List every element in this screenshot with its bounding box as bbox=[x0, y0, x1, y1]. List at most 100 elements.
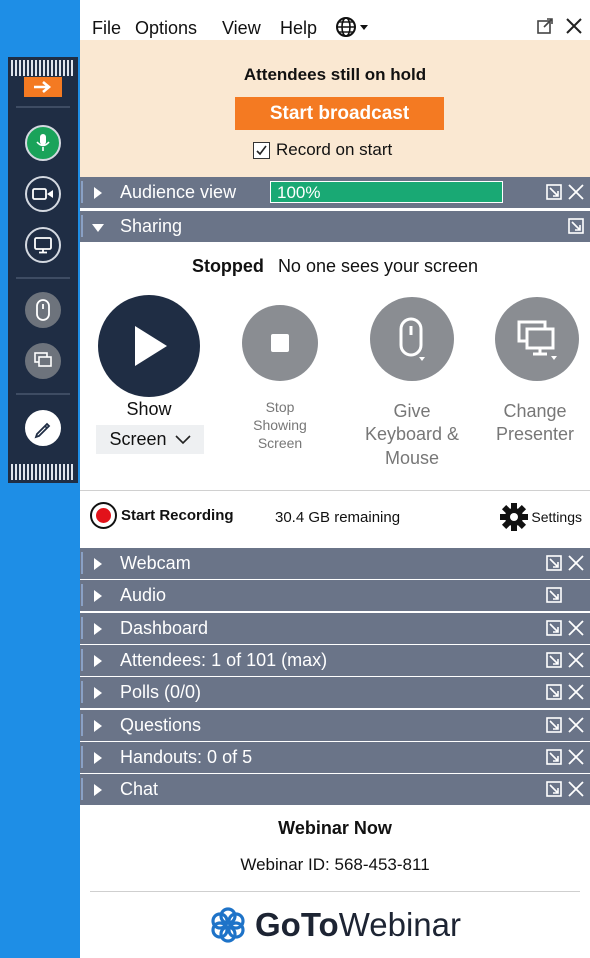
webinar-id: Webinar ID: 568-453-811 bbox=[240, 855, 430, 874]
bar-edge bbox=[81, 215, 83, 237]
popout-icon[interactable] bbox=[545, 651, 563, 669]
expand-triangle-icon[interactable] bbox=[94, 687, 102, 700]
section-bar-questions[interactable]: Questions bbox=[80, 709, 590, 741]
show-screen-button[interactable] bbox=[98, 295, 200, 397]
give-label-line2: Keyboard & bbox=[364, 424, 460, 445]
menu-view[interactable]: View bbox=[222, 18, 261, 39]
close-icon[interactable] bbox=[567, 716, 585, 734]
gotowebinar-logo: GoToWebinar bbox=[80, 906, 590, 944]
popout-icon[interactable] bbox=[536, 17, 554, 35]
give-label-line3: Mouse bbox=[384, 447, 440, 468]
expand-triangle-icon[interactable] bbox=[94, 654, 102, 667]
webcam-button[interactable] bbox=[25, 176, 61, 212]
drawing-tools-button[interactable] bbox=[25, 410, 61, 446]
stop-label-line1: Stop bbox=[265, 399, 295, 415]
webinar-title: Webinar Now bbox=[278, 818, 392, 838]
screen-select-value: Screen bbox=[109, 429, 167, 449]
sharing-status: Stopped No one sees your screen bbox=[80, 256, 590, 277]
section-bar-webcam[interactable]: Webcam bbox=[80, 548, 590, 579]
start-broadcast-button[interactable]: Start broadcast bbox=[235, 97, 444, 130]
section-label: Dashboard bbox=[120, 617, 209, 638]
change-presenter-label: Change Presenter bbox=[480, 400, 590, 447]
popout-icon[interactable] bbox=[545, 586, 563, 604]
popout-icon[interactable] bbox=[545, 748, 563, 766]
brand-rest: Webinar bbox=[338, 906, 461, 943]
section-label: Handouts: 0 of 5 bbox=[120, 746, 253, 767]
stop-showing-screen-button[interactable] bbox=[242, 305, 318, 381]
close-icon[interactable] bbox=[567, 651, 585, 669]
menu-help[interactable]: Help bbox=[280, 18, 317, 39]
popout-icon[interactable] bbox=[545, 780, 563, 798]
checkbox-box[interactable] bbox=[253, 141, 270, 159]
expand-triangle-icon[interactable] bbox=[94, 590, 102, 603]
start-recording-button[interactable]: Start Recording bbox=[90, 502, 234, 529]
section-bar-attendees[interactable]: Attendees: 1 of 101 (max) bbox=[80, 644, 590, 676]
grip-bottom[interactable] bbox=[11, 464, 75, 480]
close-icon[interactable] bbox=[567, 780, 585, 798]
popout-icon[interactable] bbox=[545, 683, 563, 701]
change-presenter-button[interactable] bbox=[25, 343, 61, 379]
close-icon[interactable] bbox=[564, 16, 584, 36]
section-bar-audio[interactable]: Audio bbox=[80, 580, 590, 612]
brand-bold: GoTo bbox=[255, 906, 339, 943]
give-keyboard-mouse-button[interactable] bbox=[370, 297, 454, 381]
change-label-line1: Change bbox=[503, 401, 567, 421]
mouse-icon bbox=[399, 317, 425, 361]
section-bar-chat[interactable]: Chat bbox=[80, 774, 590, 806]
popout-icon[interactable] bbox=[567, 217, 585, 235]
start-recording-label: Start Recording bbox=[121, 507, 234, 524]
expand-triangle-icon[interactable] bbox=[94, 784, 102, 797]
expand-triangle-icon[interactable] bbox=[94, 622, 102, 635]
mouse-icon bbox=[36, 299, 50, 321]
separator bbox=[16, 106, 70, 108]
expand-triangle-icon[interactable] bbox=[94, 719, 102, 732]
screen-share-button[interactable] bbox=[25, 227, 61, 263]
audience-view-label: Audience view bbox=[120, 182, 237, 202]
popout-icon[interactable] bbox=[545, 716, 563, 734]
brand-name: GoToWebinar bbox=[255, 906, 461, 944]
audience-view-percent: 100% bbox=[277, 183, 321, 202]
stop-showing-screen-label: Stop Showing Screen bbox=[230, 398, 330, 453]
popout-icon[interactable] bbox=[545, 554, 563, 572]
section-label: Audio bbox=[120, 585, 167, 606]
close-icon[interactable] bbox=[567, 183, 585, 201]
grip-top[interactable] bbox=[11, 60, 75, 76]
stop-label-line2: Showing bbox=[253, 417, 307, 434]
recording-settings-button[interactable]: Settings bbox=[499, 502, 582, 532]
close-icon[interactable] bbox=[567, 748, 585, 766]
change-presenter-button[interactable] bbox=[495, 297, 579, 381]
section-bar-polls[interactable]: Polls (0/0) bbox=[80, 677, 590, 709]
section-bar-handouts[interactable]: Handouts: 0 of 5 bbox=[80, 741, 590, 773]
checkmark-icon bbox=[256, 145, 267, 155]
close-icon[interactable] bbox=[567, 683, 585, 701]
separator bbox=[16, 393, 70, 395]
stop-icon bbox=[271, 334, 289, 352]
menu-options[interactable]: Options bbox=[135, 18, 197, 39]
sharing-bar[interactable]: Sharing bbox=[80, 211, 590, 242]
grab-tab[interactable] bbox=[8, 57, 78, 483]
expand-triangle-icon[interactable] bbox=[94, 751, 102, 764]
section-label: Chat bbox=[120, 779, 159, 800]
give-keyboard-mouse-button[interactable] bbox=[25, 292, 61, 328]
sharing-section: Stopped No one sees your screen Show Scre… bbox=[80, 242, 590, 482]
status-text: No one sees your screen bbox=[277, 256, 479, 276]
popout-icon[interactable] bbox=[545, 619, 563, 637]
expand-triangle-icon[interactable] bbox=[94, 558, 102, 570]
bar-edge bbox=[81, 584, 83, 607]
expand-triangle-icon[interactable] bbox=[94, 187, 102, 199]
screen-select[interactable]: Screen bbox=[96, 425, 204, 454]
sharing-label: Sharing bbox=[120, 216, 183, 236]
bar-edge bbox=[81, 778, 83, 801]
menu-file[interactable]: File bbox=[92, 18, 121, 39]
show-hide-panel-button[interactable] bbox=[24, 77, 62, 97]
show-label: Show bbox=[126, 399, 172, 419]
audience-view-bar[interactable]: Audience view 100% bbox=[80, 177, 590, 208]
microphone-button[interactable] bbox=[25, 125, 61, 161]
record-on-start-checkbox[interactable]: Record on start bbox=[253, 140, 392, 160]
popout-icon[interactable] bbox=[545, 183, 563, 201]
section-label: Webcam bbox=[120, 553, 191, 573]
close-icon[interactable] bbox=[567, 554, 585, 572]
collapse-triangle-icon[interactable] bbox=[92, 224, 104, 232]
close-icon[interactable] bbox=[567, 619, 585, 637]
section-bar-dashboard[interactable]: Dashboard bbox=[80, 612, 590, 644]
